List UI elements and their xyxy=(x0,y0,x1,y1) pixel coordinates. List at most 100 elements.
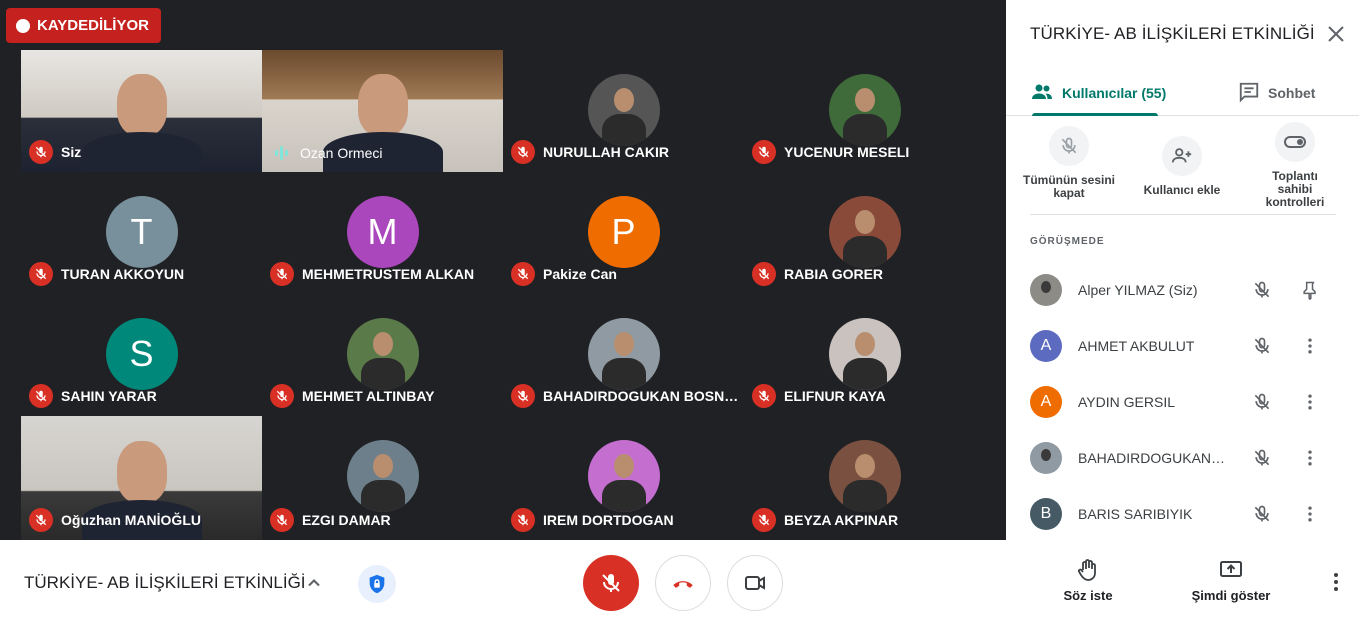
recording-label: KAYDEDİLİYOR xyxy=(37,17,149,34)
mic-off-icon xyxy=(752,262,776,286)
avatar xyxy=(346,440,419,512)
raise-hand-button[interactable]: Söz iste xyxy=(1060,558,1116,603)
mic-off-icon[interactable] xyxy=(1250,390,1274,414)
participant-tile[interactable]: NURULLAH CAKIR xyxy=(503,50,744,172)
participant-row[interactable]: A AYDIN GERSIL xyxy=(1006,374,1359,430)
mic-off-icon[interactable] xyxy=(1250,502,1274,526)
avatar: B xyxy=(1030,498,1062,530)
hand-icon xyxy=(1078,559,1096,581)
nameplate: MEHMET ALTINBAY xyxy=(270,384,434,408)
security-shield-icon[interactable] xyxy=(358,565,396,603)
participant-tile[interactable]: IREM DORTDOGAN xyxy=(503,416,744,540)
participant-row[interactable]: A AHMET AKBULUT xyxy=(1006,318,1359,374)
participant-name: MEHMETRUSTEM ALKAN xyxy=(302,266,475,282)
mute-all-button[interactable]: Tümünün sesini kapat xyxy=(1014,126,1124,200)
tab-people[interactable]: Kullanıcılar (55) xyxy=(1030,70,1166,116)
participant-tile[interactable]: ELIFNUR KAYA xyxy=(744,294,985,416)
mic-off-icon xyxy=(511,508,535,532)
mic-off-icon[interactable] xyxy=(1250,278,1274,302)
participant-tile[interactable]: M MEHMETRUSTEM ALKAN xyxy=(262,172,503,294)
tab-chat[interactable]: Sohbet xyxy=(1238,70,1315,116)
mic-off-icon[interactable] xyxy=(1250,334,1274,358)
participant-name: Siz xyxy=(61,144,82,160)
nameplate: Ozan Ormeci xyxy=(270,142,382,164)
participant-tile[interactable]: T TURAN AKKOYUN xyxy=(21,172,262,294)
add-user-label: Kullanıcı ekle xyxy=(1143,183,1221,197)
more-options-icon[interactable] xyxy=(1298,502,1322,526)
participant-name: BEYZA AKPINAR xyxy=(784,512,899,528)
participant-tile[interactable]: Oğuzhan MANİOĞLU xyxy=(21,416,262,540)
participant-name: Oğuzhan MANİOĞLU xyxy=(61,512,201,528)
more-options-icon[interactable] xyxy=(1324,570,1348,594)
mic-off-icon[interactable] xyxy=(1250,446,1274,470)
mic-off-icon xyxy=(29,262,53,286)
avatar: M xyxy=(346,196,419,268)
participant-name: YUCENUR MESELI xyxy=(784,144,910,160)
pin-icon[interactable] xyxy=(1298,278,1322,302)
divider xyxy=(1030,214,1336,215)
participant-row[interactable]: Alper YILMAZ (Siz) xyxy=(1006,262,1359,318)
nameplate: Pakize Can xyxy=(511,262,617,286)
add-user-button[interactable]: Kullanıcı ekle xyxy=(1127,136,1237,197)
active-tab-indicator xyxy=(1032,113,1158,116)
participant-name: NURULLAH CAKIR xyxy=(543,144,669,160)
present-now-button[interactable]: Şimdi göster xyxy=(1186,558,1276,603)
more-options-icon[interactable] xyxy=(1298,334,1322,358)
panel-tabs: Kullanıcılar (55) Sohbet xyxy=(1006,70,1359,116)
more-options-icon[interactable] xyxy=(1298,390,1322,414)
participant-name: BAHADIRDOGUKAN BOSNALI xyxy=(1078,450,1228,466)
chat-icon xyxy=(1238,81,1260,106)
more-options-icon[interactable] xyxy=(1298,446,1322,470)
avatar xyxy=(346,318,419,390)
participant-row[interactable]: BAHADIRDOGUKAN BOSNALI xyxy=(1006,430,1359,486)
avatar: T xyxy=(105,196,178,268)
nameplate: BAHADIRDOGUKAN BOSNALI xyxy=(511,384,739,408)
participant-tile[interactable]: P Pakize Can xyxy=(503,172,744,294)
mic-off-icon xyxy=(1049,126,1089,166)
toggle-icon xyxy=(1275,122,1315,162)
nameplate: MEHMETRUSTEM ALKAN xyxy=(270,262,474,286)
camera-toggle-button[interactable] xyxy=(727,555,783,611)
participant-row[interactable]: B BARIS SARIBIYIK xyxy=(1006,486,1359,542)
participant-name: Ozan Ormeci xyxy=(300,145,383,161)
host-controls-button[interactable]: Toplantı sahibi kontrolleri xyxy=(1240,122,1350,209)
meeting-name[interactable]: TÜRKİYE- AB İLİŞKİLERİ ETKİNLİĞİ xyxy=(24,573,306,593)
tab-people-label: Kullanıcılar (55) xyxy=(1062,85,1167,101)
participant-tile[interactable]: BEYZA AKPINAR xyxy=(744,416,985,540)
participant-tile[interactable]: RABIA GORER xyxy=(744,172,985,294)
avatar xyxy=(1030,442,1062,474)
participant-tile[interactable]: Siz xyxy=(21,50,262,172)
chevron-up-icon[interactable] xyxy=(304,573,324,593)
mic-off-icon xyxy=(29,384,53,408)
participant-tile[interactable]: YUCENUR MESELI xyxy=(744,50,985,172)
avatar: P xyxy=(587,196,660,268)
participant-tile[interactable]: EZGI DAMAR xyxy=(262,416,503,540)
mic-off-icon xyxy=(270,262,294,286)
video-stage: KAYDEDİLİYOR Siz Ozan Ormeci NURULLAH CAKI… xyxy=(0,0,1006,540)
hang-up-icon xyxy=(673,581,693,588)
participant-tile[interactable]: Ozan Ormeci xyxy=(262,50,503,172)
avatar xyxy=(828,196,901,268)
record-dot-icon xyxy=(16,18,30,33)
mic-off-icon xyxy=(270,508,294,532)
participant-name: BAHADIRDOGUKAN BOSNALI xyxy=(543,388,739,404)
avatar: A xyxy=(1030,386,1062,418)
participant-tile[interactable]: BAHADIRDOGUKAN BOSNALI xyxy=(503,294,744,416)
microphone-toggle-button[interactable] xyxy=(583,555,639,611)
people-icon xyxy=(1030,80,1054,107)
participant-name: AHMET AKBULUT xyxy=(1078,338,1195,354)
nameplate: Siz xyxy=(29,140,81,164)
participant-tile[interactable]: S SAHIN YARAR xyxy=(21,294,262,416)
nameplate: RABIA GORER xyxy=(752,262,883,286)
mic-off-icon xyxy=(29,140,53,164)
avatar xyxy=(1030,274,1062,306)
participant-tile[interactable]: MEHMET ALTINBAY xyxy=(262,294,503,416)
leave-call-button[interactable] xyxy=(655,555,711,611)
in-call-section-label: GÖRÜŞMEDE xyxy=(1030,236,1105,247)
nameplate: TURAN AKKOYUN xyxy=(29,262,184,286)
participant-name: RABIA GORER xyxy=(784,266,884,282)
participant-name: AYDIN GERSIL xyxy=(1078,394,1175,410)
close-icon[interactable] xyxy=(1324,22,1348,46)
avatar xyxy=(587,74,660,146)
participant-name: MEHMET ALTINBAY xyxy=(302,388,435,404)
